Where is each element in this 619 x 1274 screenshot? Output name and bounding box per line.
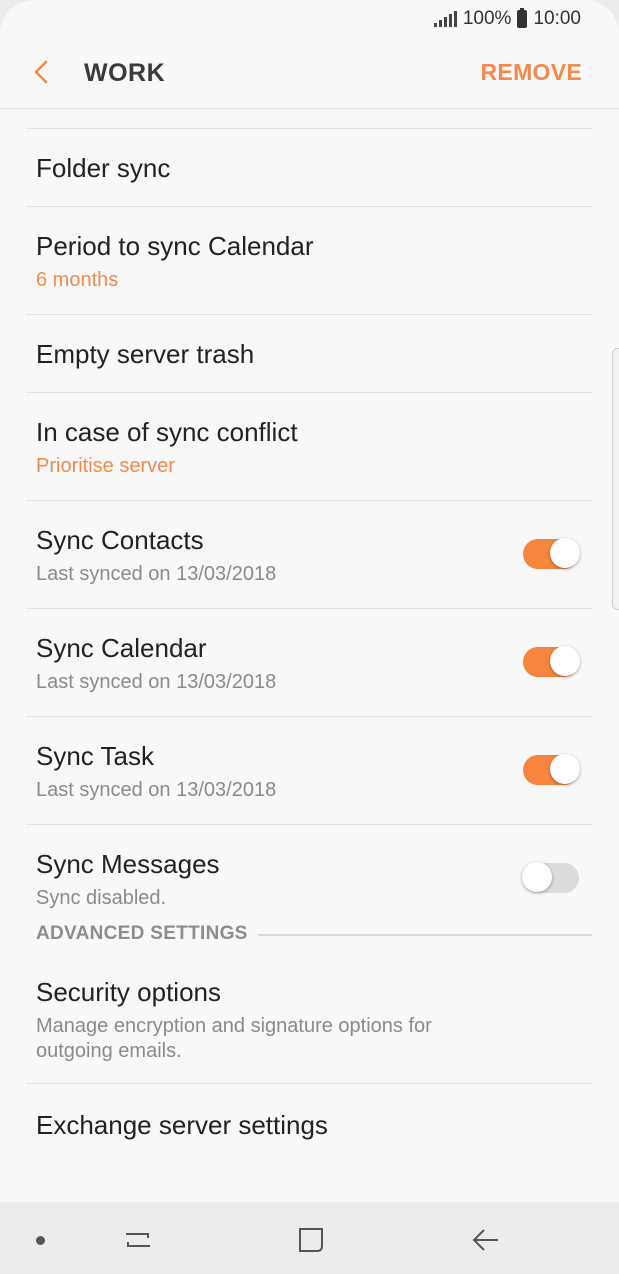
security-options-subtitle: Manage encryption and signature options … — [36, 1015, 432, 1062]
section-divider — [246, 934, 592, 936]
back-chevron-icon[interactable] — [28, 58, 56, 86]
empty-server-trash-item[interactable]: Empty server trash — [26, 315, 592, 393]
battery-icon — [517, 8, 528, 28]
sync-conflict-item[interactable]: In case of sync conflict Prioritise serv… — [26, 393, 592, 501]
folder-sync-item[interactable]: Folder sync — [26, 129, 592, 207]
settings-list: Folder sync Period to sync Calendar 6 mo… — [26, 128, 592, 1162]
sync-calendar-item[interactable]: Sync Calendar Last synced on 13/03/2018 — [26, 609, 592, 717]
scrollbar[interactable] — [612, 348, 619, 610]
security-options-title: Security options — [36, 977, 221, 1007]
nav-dot-indicator — [36, 1236, 45, 1245]
home-icon[interactable] — [295, 1224, 327, 1256]
sync-messages-title: Sync Messages — [36, 849, 220, 879]
toggle-knob — [550, 754, 580, 784]
recent-apps-icon[interactable] — [122, 1224, 154, 1256]
sync-contacts-title: Sync Contacts — [36, 525, 204, 555]
app-bar: WORK REMOVE — [0, 40, 619, 109]
toggle-knob — [550, 646, 580, 676]
exchange-server-settings-item[interactable]: Exchange server settings — [26, 1084, 592, 1162]
sync-task-title: Sync Task — [36, 741, 155, 771]
exchange-server-settings-title: Exchange server settings — [36, 1110, 328, 1140]
remove-button[interactable]: REMOVE — [481, 59, 582, 86]
clock: 10:00 — [533, 8, 581, 29]
period-sync-calendar-item[interactable]: Period to sync Calendar 6 months — [26, 207, 592, 315]
sync-task-subtitle: Last synced on 13/03/2018 — [36, 779, 277, 801]
page-title: WORK — [84, 59, 166, 87]
empty-server-trash-title: Empty server trash — [36, 339, 255, 369]
toggle-knob — [550, 538, 580, 568]
sync-calendar-title: Sync Calendar — [36, 633, 207, 663]
sync-calendar-toggle[interactable] — [523, 646, 580, 677]
advanced-settings-header: ADVANCED SETTINGS — [26, 887, 592, 957]
period-sync-calendar-title: Period to sync Calendar — [36, 231, 314, 261]
phone-screen: 100% 10:00 WORK REMOVE Folder sync Perio… — [0, 0, 619, 1274]
sync-conflict-value: Prioritise server — [36, 455, 175, 477]
navigation-bar — [0, 1202, 619, 1274]
folder-sync-title: Folder sync — [36, 153, 171, 183]
sync-conflict-title: In case of sync conflict — [36, 417, 298, 447]
period-sync-calendar-value: 6 months — [36, 269, 119, 291]
sync-contacts-item[interactable]: Sync Contacts Last synced on 13/03/2018 — [26, 501, 592, 609]
security-options-item[interactable]: Security options Manage encryption and s… — [26, 957, 592, 1084]
status-indicators: 100% 10:00 — [433, 8, 581, 30]
sync-task-toggle[interactable] — [523, 754, 580, 785]
advanced-settings-label: ADVANCED SETTINGS — [36, 923, 258, 945]
sync-task-item[interactable]: Sync Task Last synced on 13/03/2018 — [26, 717, 592, 825]
status-bar: 100% 10:00 — [0, 0, 619, 40]
sync-contacts-subtitle: Last synced on 13/03/2018 — [36, 563, 277, 585]
signal-icon — [433, 11, 457, 27]
sync-contacts-toggle[interactable] — [523, 538, 580, 569]
sync-calendar-subtitle: Last synced on 13/03/2018 — [36, 671, 277, 693]
back-icon[interactable] — [470, 1224, 502, 1256]
battery-percent: 100% — [462, 8, 512, 29]
